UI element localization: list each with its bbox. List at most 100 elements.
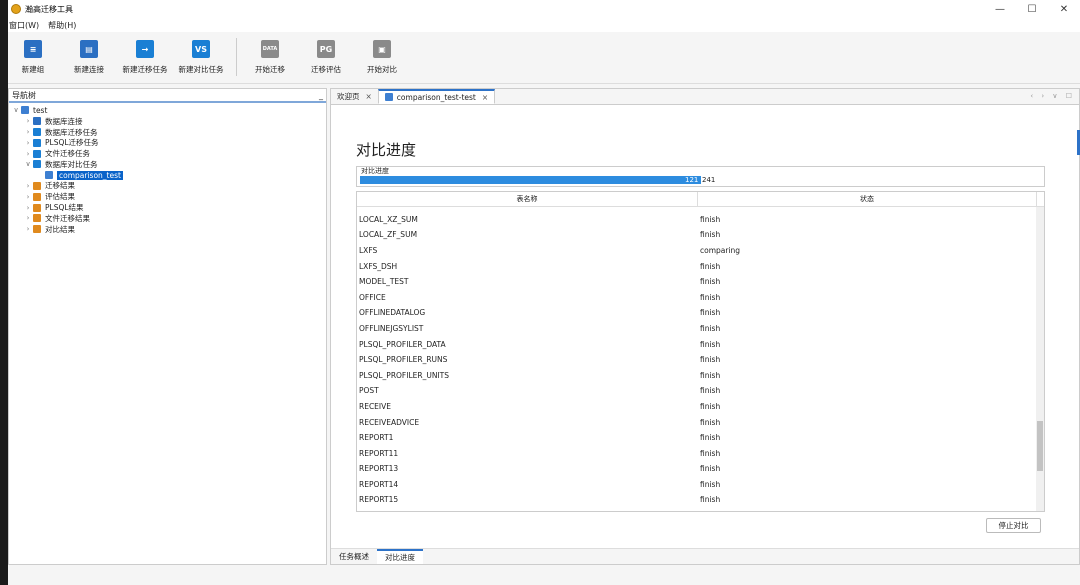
table-row[interactable]: OFFLINEDATALOG finish bbox=[357, 305, 1037, 321]
chevron-right-icon[interactable]: › bbox=[23, 225, 33, 233]
new-group-button[interactable]: ≡ 新建组 bbox=[3, 40, 63, 75]
scrollbar-thumb[interactable] bbox=[1037, 421, 1043, 471]
new-connection-label: 新建连接 bbox=[74, 65, 104, 74]
tab-task-overview[interactable]: 任务概述 bbox=[331, 549, 377, 564]
tree-item[interactable]: › PLSQL结果 bbox=[9, 202, 326, 213]
window-controls: — ☐ ✕ bbox=[984, 0, 1080, 18]
chevron-right-icon[interactable]: › bbox=[23, 182, 33, 190]
cell-status: finish bbox=[700, 401, 721, 411]
table-row[interactable]: RECEIVEADVICE finish bbox=[357, 414, 1037, 430]
cell-table-name: PLSQL_PROFILER_UNITS bbox=[359, 370, 449, 380]
table-row[interactable]: PLSQL_PROFILER_DATA finish bbox=[357, 336, 1037, 352]
start-migration-button[interactable]: DATA 开始迁移 bbox=[240, 40, 300, 75]
chevron-right-icon[interactable]: › bbox=[23, 139, 33, 147]
cell-status: finish bbox=[700, 417, 721, 427]
table-body[interactable]: LOCAL_XZ_SUM finish LOCAL_ZF_SUM finish LXFS… bbox=[357, 212, 1037, 508]
table-row[interactable]: RECEIVE finish bbox=[357, 399, 1037, 415]
tree-item-label: 迁移结果 bbox=[45, 181, 75, 191]
cell-table-name: LXFS_DSH bbox=[359, 261, 398, 271]
tree-item[interactable]: › 数据库迁移任务 bbox=[9, 127, 326, 138]
tree-item-label: 数据库连接 bbox=[45, 116, 83, 126]
cell-table-name: OFFICE bbox=[359, 292, 386, 302]
column-header-status[interactable]: 状态 bbox=[698, 192, 1037, 206]
new-connection-icon: ▤ bbox=[80, 40, 98, 58]
chevron-right-icon[interactable]: › bbox=[23, 204, 33, 212]
new-connection-button[interactable]: ▤ 新建连接 bbox=[59, 40, 119, 75]
cell-status: finish bbox=[700, 308, 721, 318]
tree-item-label: 对比结果 bbox=[45, 224, 75, 234]
app-logo-icon bbox=[11, 4, 21, 14]
close-button[interactable]: ✕ bbox=[1048, 0, 1080, 18]
tree-node-icon bbox=[33, 203, 41, 212]
cell-status: finish bbox=[700, 214, 721, 224]
tab-welcome[interactable]: 欢迎页 × bbox=[331, 89, 378, 104]
cell-table-name: OFFLINEDATALOG bbox=[359, 308, 426, 318]
cell-status: finish bbox=[700, 370, 721, 380]
tree-item[interactable]: › PLSQL迁移任务 bbox=[9, 137, 326, 148]
new-compare-task-button[interactable]: VS 新建对比任务 bbox=[171, 40, 231, 75]
chevron-right-icon[interactable]: › bbox=[23, 150, 33, 158]
nav-minimize-button[interactable]: _ bbox=[319, 91, 323, 100]
tree-item-label: test bbox=[33, 105, 48, 115]
tab-compare-progress[interactable]: 对比进度 bbox=[377, 549, 423, 564]
tree-item[interactable]: › 迁移结果 bbox=[9, 181, 326, 192]
cell-status: finish bbox=[700, 495, 721, 505]
tab-welcome-close-icon[interactable]: × bbox=[366, 92, 372, 101]
maximize-button[interactable]: ☐ bbox=[1016, 0, 1048, 18]
table-row[interactable]: LXFS_DSH finish bbox=[357, 258, 1037, 274]
progress-bar: 121 241 bbox=[360, 176, 1040, 184]
app-window: 瀚高迁移工具 — ☐ ✕ 窗口(W) 帮助(H) ≡ 新建组 ▤ 新建连接 → … bbox=[8, 0, 1080, 585]
cell-status: finish bbox=[700, 292, 721, 302]
tree-item[interactable]: comparison_test bbox=[9, 170, 326, 181]
cell-status: finish bbox=[700, 464, 721, 474]
tree-node-icon bbox=[33, 225, 41, 234]
table-scrollbar[interactable] bbox=[1036, 207, 1044, 511]
migration-evaluation-button[interactable]: PG 迁移评估 bbox=[296, 40, 356, 75]
table-header: 表名称 状态 bbox=[357, 192, 1044, 207]
tree-item[interactable]: ∨ 数据库对比任务 bbox=[9, 159, 326, 170]
cell-status: finish bbox=[700, 230, 721, 240]
table-row[interactable]: LOCAL_ZF_SUM finish bbox=[357, 227, 1037, 243]
tab-comparison-close-icon[interactable]: × bbox=[482, 93, 488, 102]
tree-item[interactable]: › 评估结果 bbox=[9, 191, 326, 202]
tree-item[interactable]: › 文件迁移任务 bbox=[9, 148, 326, 159]
table-row[interactable]: LXFS comparing bbox=[357, 243, 1037, 259]
tab-comparison-test[interactable]: comparison_test-test × bbox=[377, 89, 496, 104]
table-row[interactable]: REPORT1 finish bbox=[357, 430, 1037, 446]
minimize-button[interactable]: — bbox=[984, 0, 1016, 18]
table-row[interactable]: REPORT11 finish bbox=[357, 445, 1037, 461]
table-row[interactable]: POST finish bbox=[357, 383, 1037, 399]
tree-item[interactable]: › 数据库连接 bbox=[9, 116, 326, 127]
table-row[interactable]: PLSQL_PROFILER_RUNS finish bbox=[357, 352, 1037, 368]
chevron-right-icon[interactable]: › bbox=[23, 128, 33, 136]
chevron-right-icon[interactable]: › bbox=[23, 214, 33, 222]
cell-table-name: LOCAL_XZ_SUM bbox=[359, 214, 418, 224]
menu-help[interactable]: 帮助(H) bbox=[48, 20, 76, 31]
tree-item[interactable]: ∨ test bbox=[9, 105, 326, 116]
tree-item[interactable]: › 对比结果 bbox=[9, 224, 326, 235]
table-row[interactable]: OFFLINEJGSYLIST finish bbox=[357, 321, 1037, 337]
cell-status: finish bbox=[700, 355, 721, 365]
start-compare-button[interactable]: ▣ 开始对比 bbox=[352, 40, 412, 75]
column-header-table-name[interactable]: 表名称 bbox=[357, 192, 698, 206]
tab-welcome-label: 欢迎页 bbox=[337, 92, 360, 101]
chevron-right-icon[interactable]: › bbox=[23, 117, 33, 125]
table-row[interactable]: REPORT13 finish bbox=[357, 461, 1037, 477]
chevron-down-icon[interactable]: ∨ bbox=[11, 106, 21, 114]
new-migration-task-button[interactable]: → 新建迁移任务 bbox=[115, 40, 175, 75]
chevron-right-icon[interactable]: › bbox=[23, 193, 33, 201]
cell-status: finish bbox=[700, 339, 721, 349]
stop-compare-button[interactable]: 停止对比 bbox=[986, 518, 1041, 533]
table-row[interactable]: REPORT14 finish bbox=[357, 477, 1037, 493]
table-row[interactable]: PLSQL_PROFILER_UNITS finish bbox=[357, 367, 1037, 383]
menu-window[interactable]: 窗口(W) bbox=[9, 20, 39, 31]
table-row[interactable]: LOCAL_XZ_SUM finish bbox=[357, 212, 1037, 228]
tab-navigation-controls[interactable]: ‹ › ∨ ☐ bbox=[1030, 92, 1075, 100]
table-row[interactable]: MODEL_TEST finish bbox=[357, 274, 1037, 290]
tree-item[interactable]: › 文件迁移结果 bbox=[9, 213, 326, 224]
progress-group: 对比进度 121 241 bbox=[356, 166, 1045, 187]
chevron-down-icon[interactable]: ∨ bbox=[23, 160, 33, 168]
table-row[interactable]: REPORT15 finish bbox=[357, 492, 1037, 508]
table-row[interactable]: OFFICE finish bbox=[357, 289, 1037, 305]
cell-status: finish bbox=[700, 448, 721, 458]
